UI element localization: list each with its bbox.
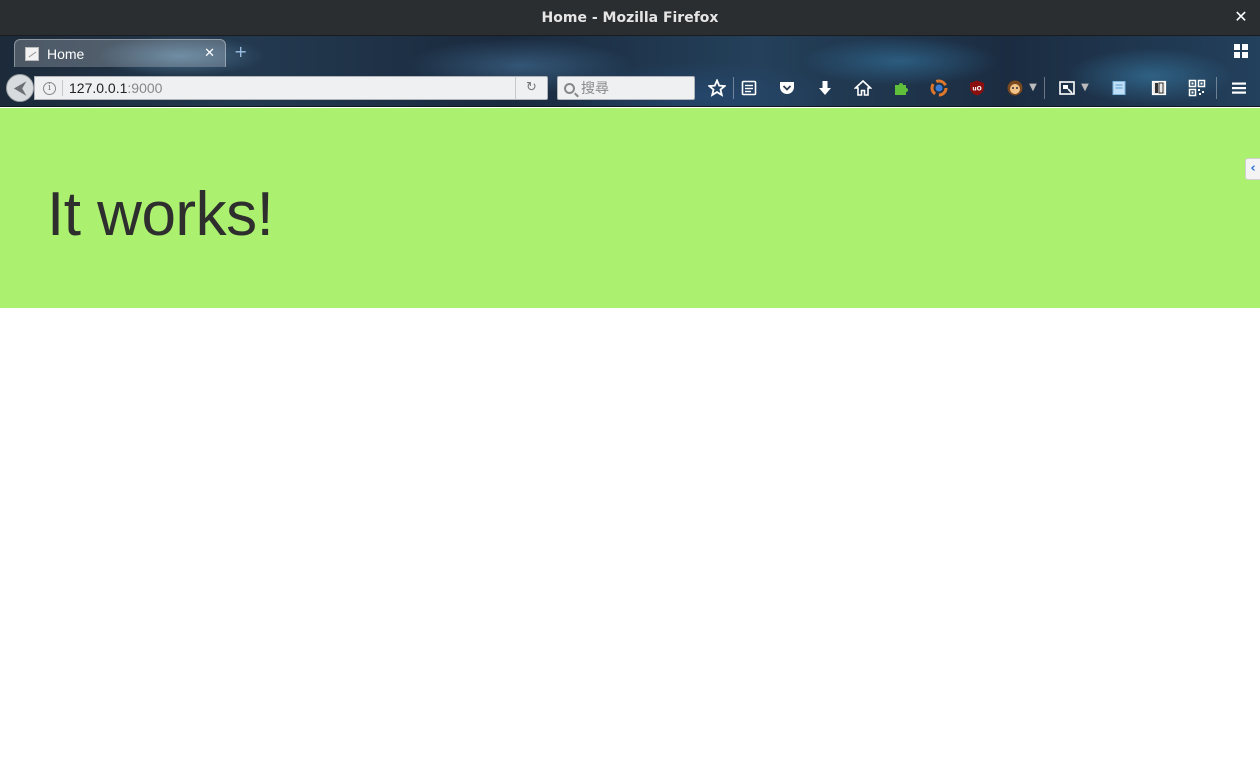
search-input[interactable]: 搜尋 bbox=[557, 76, 695, 100]
url-port: :9000 bbox=[127, 80, 163, 96]
url-divider bbox=[62, 80, 63, 96]
screenshot-icon[interactable] bbox=[1056, 77, 1078, 99]
page-favicon-icon bbox=[25, 46, 39, 61]
pocket-icon[interactable] bbox=[776, 77, 798, 99]
back-arrow-icon: ⮜ bbox=[14, 78, 26, 97]
puzzle-icon[interactable] bbox=[890, 77, 912, 99]
window-title: Home - Mozilla Firefox bbox=[541, 9, 719, 26]
reader-list-icon[interactable] bbox=[738, 77, 760, 99]
qr-code-icon[interactable] bbox=[1186, 77, 1208, 99]
navigation-bar: ⮜ i 127.0.0.1:9000 ↻ 搜尋 uO ▼ ▼ bbox=[0, 67, 1260, 107]
tab-home[interactable]: Home ✕ bbox=[14, 39, 226, 67]
window-titlebar: Home - Mozilla Firefox ✕ bbox=[0, 0, 1260, 36]
sync-icon[interactable] bbox=[928, 77, 950, 99]
screenshot-dropdown-icon[interactable]: ▼ bbox=[1078, 77, 1092, 99]
url-bar[interactable]: i 127.0.0.1:9000 ↻ bbox=[34, 76, 548, 100]
url-text: 127.0.0.1:9000 bbox=[69, 80, 162, 96]
home-icon[interactable] bbox=[852, 77, 874, 99]
download-icon[interactable] bbox=[814, 77, 836, 99]
tab-label: Home bbox=[47, 45, 85, 62]
greasemonkey-dropdown-icon[interactable]: ▼ bbox=[1026, 77, 1040, 99]
menu-icon[interactable] bbox=[1228, 77, 1250, 99]
reload-button[interactable]: ↻ bbox=[515, 77, 547, 99]
tab-groups-icon[interactable] bbox=[1234, 44, 1248, 58]
page-content: It works! ‹ bbox=[0, 108, 1260, 767]
search-placeholder: 搜尋 bbox=[581, 81, 609, 97]
site-info-icon[interactable]: i bbox=[43, 81, 56, 95]
ublock-icon[interactable]: uO bbox=[966, 77, 988, 99]
hero-banner: It works! ‹ bbox=[0, 108, 1260, 308]
new-tab-button[interactable]: + bbox=[234, 42, 247, 61]
svg-text:uO: uO bbox=[972, 86, 981, 93]
back-button[interactable]: ⮜ bbox=[6, 74, 34, 102]
search-icon bbox=[564, 82, 575, 94]
browser-toolbar-area: Home ✕ + ⮜ i 127.0.0.1:9000 ↻ 搜尋 uO ▼ ▼ bbox=[0, 36, 1260, 107]
page-heading: It works! bbox=[47, 180, 274, 249]
window-close-button[interactable]: ✕ bbox=[1232, 8, 1250, 26]
sidebar-toggle-button[interactable]: ‹ bbox=[1245, 158, 1260, 180]
tab-close-button[interactable]: ✕ bbox=[204, 46, 215, 61]
bookmark-star-icon[interactable] bbox=[706, 77, 728, 99]
page-icon[interactable] bbox=[1108, 77, 1130, 99]
greasemonkey-icon[interactable] bbox=[1004, 77, 1026, 99]
url-host: 127.0.0.1 bbox=[69, 80, 128, 96]
reader-view-icon[interactable] bbox=[1148, 77, 1170, 99]
